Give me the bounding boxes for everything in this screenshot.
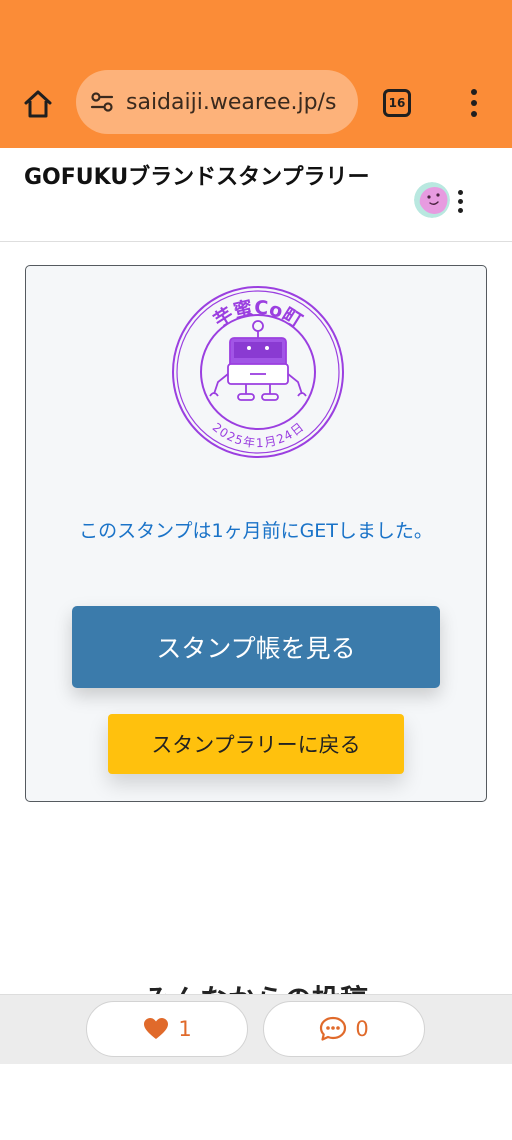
stamp-card: 芋蜜Co町 2025年1月24日 このスタンプは1ヶ月前にGETしました。 スタ… [25, 265, 487, 802]
home-icon [24, 90, 52, 118]
stamp-name: 芋蜜Co町 [210, 296, 306, 332]
page-title[interactable]: GOFUKUブランドスタンプラリー [24, 166, 384, 190]
more-vert-dot [457, 198, 463, 204]
browser-toolbar: saidaiji.wearee.jp/s 16 [0, 0, 512, 148]
site-settings-icon[interactable] [88, 88, 116, 116]
more-vert-icon [471, 89, 477, 95]
home-button[interactable] [18, 84, 58, 124]
comment-icon [319, 1016, 347, 1042]
stamp-acquired-message: このスタンプは1ヶ月前にGETしました。 [79, 520, 433, 542]
comment-button[interactable]: 0 [263, 1001, 425, 1057]
like-count: 1 [178, 1017, 192, 1041]
robot-icon [209, 320, 307, 401]
tabs-icon: 16 [383, 89, 411, 117]
app-header: GOFUKUブランドスタンプラリー [0, 148, 512, 242]
more-vert-dot [457, 207, 463, 213]
stamp-image: 芋蜜Co町 2025年1月24日 [172, 286, 344, 458]
back-to-stamp-rally-button[interactable]: スタンプラリーに戻る [108, 714, 404, 774]
like-button[interactable]: 1 [86, 1001, 248, 1057]
heart-icon [142, 1016, 170, 1042]
more-vert-icon [457, 189, 463, 195]
address-bar[interactable]: saidaiji.wearee.jp/s [76, 70, 358, 134]
more-vert-dot [471, 111, 477, 117]
view-stamp-book-button[interactable]: スタンプ帳を見る [72, 606, 440, 688]
browser-menu-button[interactable] [462, 86, 486, 120]
url-text[interactable]: saidaiji.wearee.jp/s [126, 90, 336, 115]
tab-switcher-button[interactable]: 16 [380, 86, 414, 120]
app-menu-button[interactable] [454, 188, 466, 214]
reaction-bar: 1 0 [0, 994, 512, 1064]
comment-count: 0 [355, 1017, 369, 1041]
more-vert-dot [471, 100, 477, 106]
avatar[interactable] [414, 182, 450, 218]
